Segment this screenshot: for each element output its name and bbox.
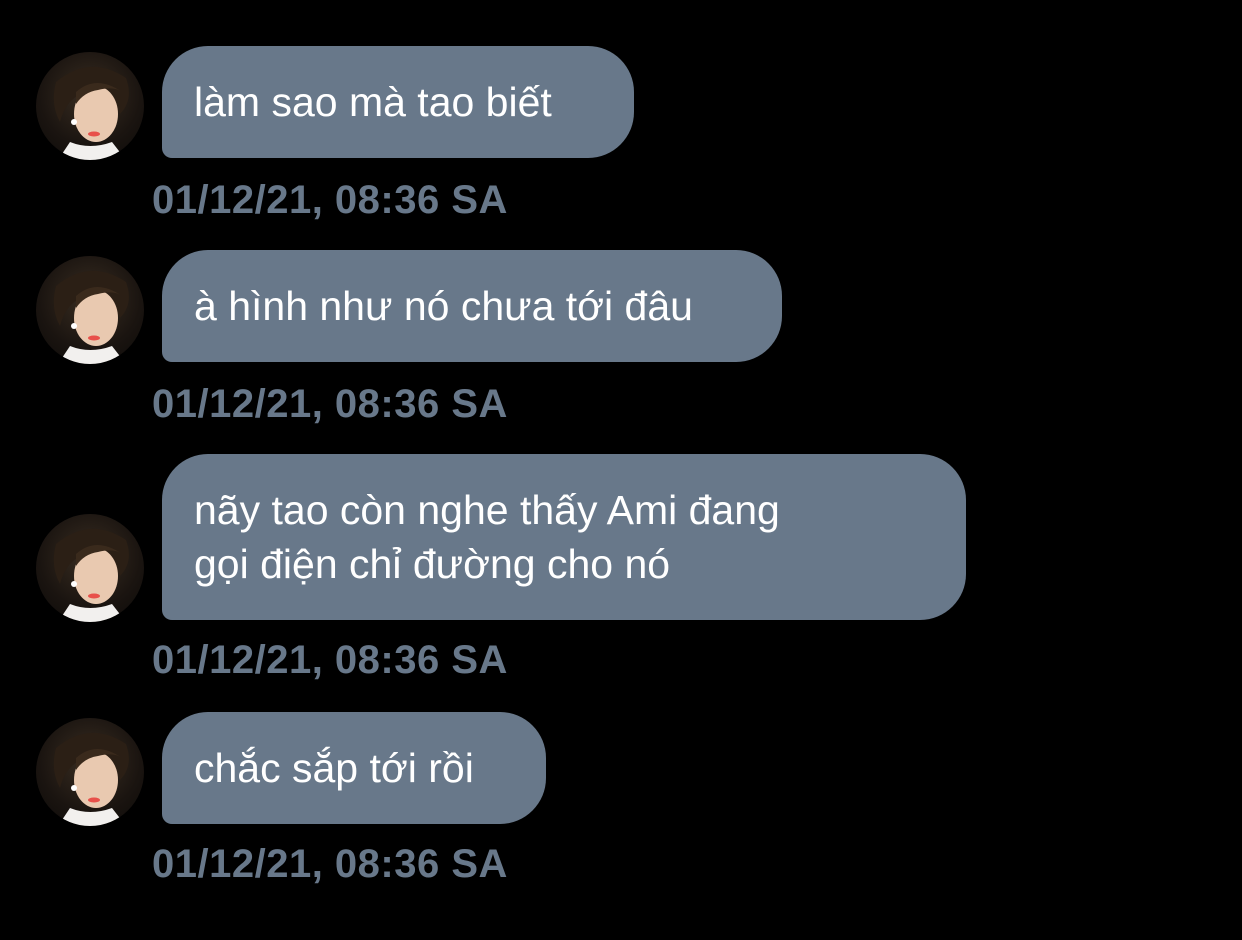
message-bubble[interactable]: làm sao mà tao biết <box>162 46 634 158</box>
user-avatar-icon[interactable] <box>36 256 144 364</box>
message-timestamp: 01/12/21, 08:36 SA <box>152 638 508 682</box>
user-avatar-icon[interactable] <box>36 514 144 622</box>
message-bubble[interactable]: nãy tao còn nghe thấy Ami đang gọi điện … <box>162 454 966 620</box>
message-bubble[interactable]: à hình như nó chưa tới đâu <box>162 250 782 362</box>
user-avatar-icon[interactable] <box>36 52 144 160</box>
user-avatar-icon[interactable] <box>36 718 144 826</box>
message-timestamp: 01/12/21, 08:36 SA <box>152 382 508 426</box>
message-timestamp: 01/12/21, 08:36 SA <box>152 178 508 222</box>
message-timestamp: 01/12/21, 08:36 SA <box>152 842 508 886</box>
message-bubble[interactable]: chắc sắp tới rồi <box>162 712 546 824</box>
